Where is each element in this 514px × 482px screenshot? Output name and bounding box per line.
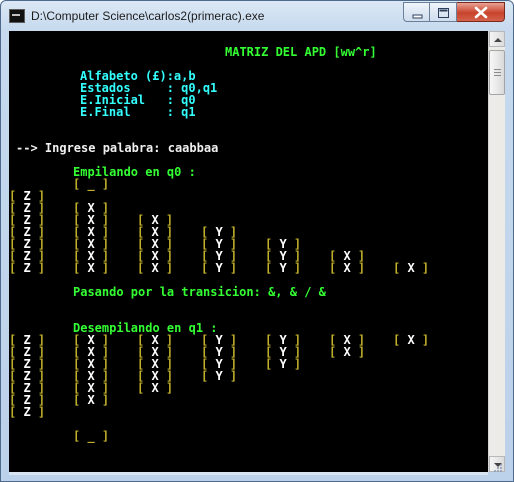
thumb-grip-line (494, 72, 501, 73)
transition-line: Pasando por la transicion: &, & / & (73, 285, 326, 299)
scrollbar-thumb[interactable] (489, 50, 505, 95)
push-stack-cell: [ X ] (329, 261, 366, 275)
pop-empty-stack: [ _ ] (73, 429, 110, 443)
console-output[interactable]: MATRIZ DEL APD [ww^r] Alfabeto (£):a,b E… (9, 31, 488, 472)
close-icon (474, 6, 488, 19)
resize-grip-icon[interactable] (491, 461, 503, 473)
arrow-up-icon (494, 38, 502, 42)
scroll-up-button[interactable] (489, 31, 505, 47)
thumb-grip-line (494, 69, 501, 70)
pop-stack-cell: [ Z ] (9, 405, 46, 419)
push-stack-cell: [ X ] (73, 261, 110, 275)
push-stack-cell: [ X ] (393, 261, 430, 275)
minimize-button[interactable] (403, 2, 430, 22)
final-state-line: E.Final : q1 (80, 105, 196, 119)
pop-stack-cell: [ X ] (329, 345, 366, 359)
window-bottom-border (9, 472, 488, 475)
vertical-scrollbar[interactable] (488, 31, 505, 472)
input-prompt: --> Ingrese palabra: caabbaa (16, 141, 219, 155)
push-stack-cell: [ X ] (137, 261, 174, 275)
thumb-grip-line (494, 75, 501, 76)
console-app-icon[interactable] (9, 9, 25, 23)
matrix-header: MATRIZ DEL APD [ww^r] (225, 45, 377, 59)
console-window: D:\Computer Science\carlos2(primerac).ex… (0, 0, 514, 482)
pop-stack-cell: [ X ] (73, 393, 110, 407)
minimize-icon (412, 14, 423, 19)
pop-stack-cell: [ Y ] (265, 357, 302, 371)
pop-stack-cell: [ Y ] (201, 369, 238, 383)
pop-stack-cell: [ X ] (393, 333, 430, 347)
push-stack-cell: [ Z ] (9, 261, 46, 275)
pop-stack-cell: [ X ] (137, 381, 174, 395)
push-empty-stack: [ _ ] (73, 177, 110, 191)
title-bar[interactable]: D:\Computer Science\carlos2(primerac).ex… (1, 1, 513, 31)
window-title: D:\Computer Science\carlos2(primerac).ex… (31, 9, 265, 23)
push-stack-cell: [ Y ] (265, 261, 302, 275)
maximize-icon (438, 8, 449, 18)
close-button[interactable] (457, 2, 505, 22)
push-stack-cell: [ Y ] (201, 261, 238, 275)
maximize-button[interactable] (430, 2, 457, 22)
